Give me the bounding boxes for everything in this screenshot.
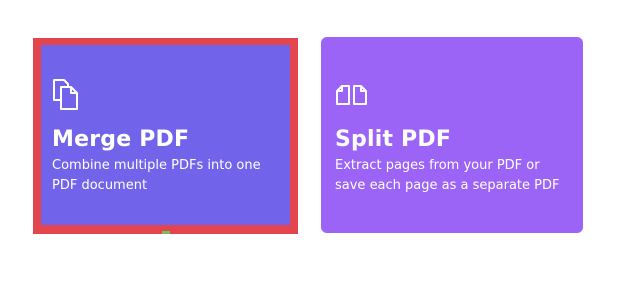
merge-pdf-description-line: PDF document [52, 178, 148, 193]
merge-pages-icon [52, 78, 86, 110]
tool-grid: Merge PDF Combine multiple PDFs into one… [0, 0, 627, 300]
merge-pdf-card[interactable]: Merge PDF Combine multiple PDFs into one… [41, 45, 290, 225]
split-pdf-description: Extract pages from your PDF or save each… [335, 156, 579, 196]
split-pdf-description-line: Extract pages from your PDF or [335, 158, 540, 173]
split-pdf-card[interactable]: Split PDF Extract pages from your PDF or… [321, 37, 583, 233]
merge-pdf-title: Merge PDF [52, 127, 190, 152]
split-pdf-description-line: save each page as a separate PDF [335, 178, 560, 193]
decorative-mark [162, 231, 170, 234]
merge-pdf-description: Combine multiple PDFs into one PDF docum… [52, 156, 288, 196]
split-pdf-title: Split PDF [335, 127, 452, 152]
split-pages-icon [335, 80, 369, 112]
merge-pdf-description-line: Combine multiple PDFs into one [52, 158, 261, 173]
